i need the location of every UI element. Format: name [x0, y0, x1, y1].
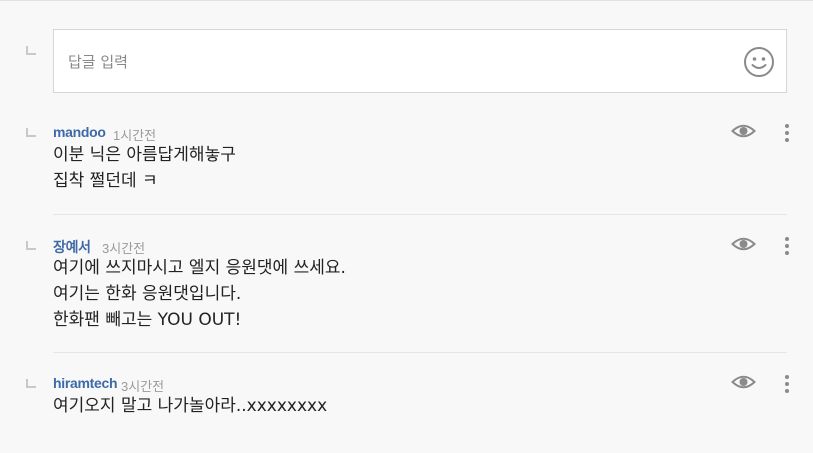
top-border	[0, 0, 813, 1]
comment-author[interactable]: hiramtech	[53, 375, 118, 391]
comment-author[interactable]: 장예서	[53, 237, 91, 257]
smiley-icon[interactable]	[743, 46, 775, 78]
reply-input-box[interactable]	[53, 29, 787, 93]
eye-icon[interactable]	[731, 235, 756, 253]
comment-divider	[53, 352, 787, 353]
comment-line: 여기는 한화 응원댓입니다.	[53, 284, 242, 304]
comment-body: 여기오지 말고 나가놀아라..xxxxxxxx	[53, 393, 327, 419]
reply-arrow-icon	[26, 379, 36, 388]
comment-author[interactable]: mandoo	[53, 124, 106, 140]
more-vertical-icon[interactable]	[779, 373, 795, 395]
comment-body: 여기에 쓰지마시고 엘지 응원댓에 쓰세요. 여기는 한화 응원댓입니다. 한화…	[53, 255, 346, 333]
comment-line: 한화팬 빼고는 YOU OUT!	[53, 310, 242, 330]
reply-arrow-icon	[26, 241, 36, 250]
comment-line: 집착 쩔던데 ㅋ	[53, 171, 158, 191]
more-vertical-icon[interactable]	[779, 122, 795, 144]
comment-line: 여기에 쓰지마시고 엘지 응원댓에 쓰세요.	[53, 258, 346, 278]
eye-icon[interactable]	[731, 122, 756, 140]
comment-line: 여기오지 말고 나가놀아라..xxxxxxxx	[53, 396, 328, 416]
reply-input[interactable]	[68, 50, 708, 74]
comment-line: 이분 닉은 아름답게해놓구	[53, 145, 236, 165]
more-vertical-icon[interactable]	[779, 235, 795, 257]
comment-body: 이분 닉은 아름답게해놓구 집착 쩔던데 ㅋ	[53, 142, 236, 194]
eye-icon[interactable]	[731, 373, 756, 391]
comment-divider	[53, 214, 787, 215]
reply-arrow-icon	[26, 128, 36, 137]
reply-arrow-icon	[26, 46, 36, 55]
